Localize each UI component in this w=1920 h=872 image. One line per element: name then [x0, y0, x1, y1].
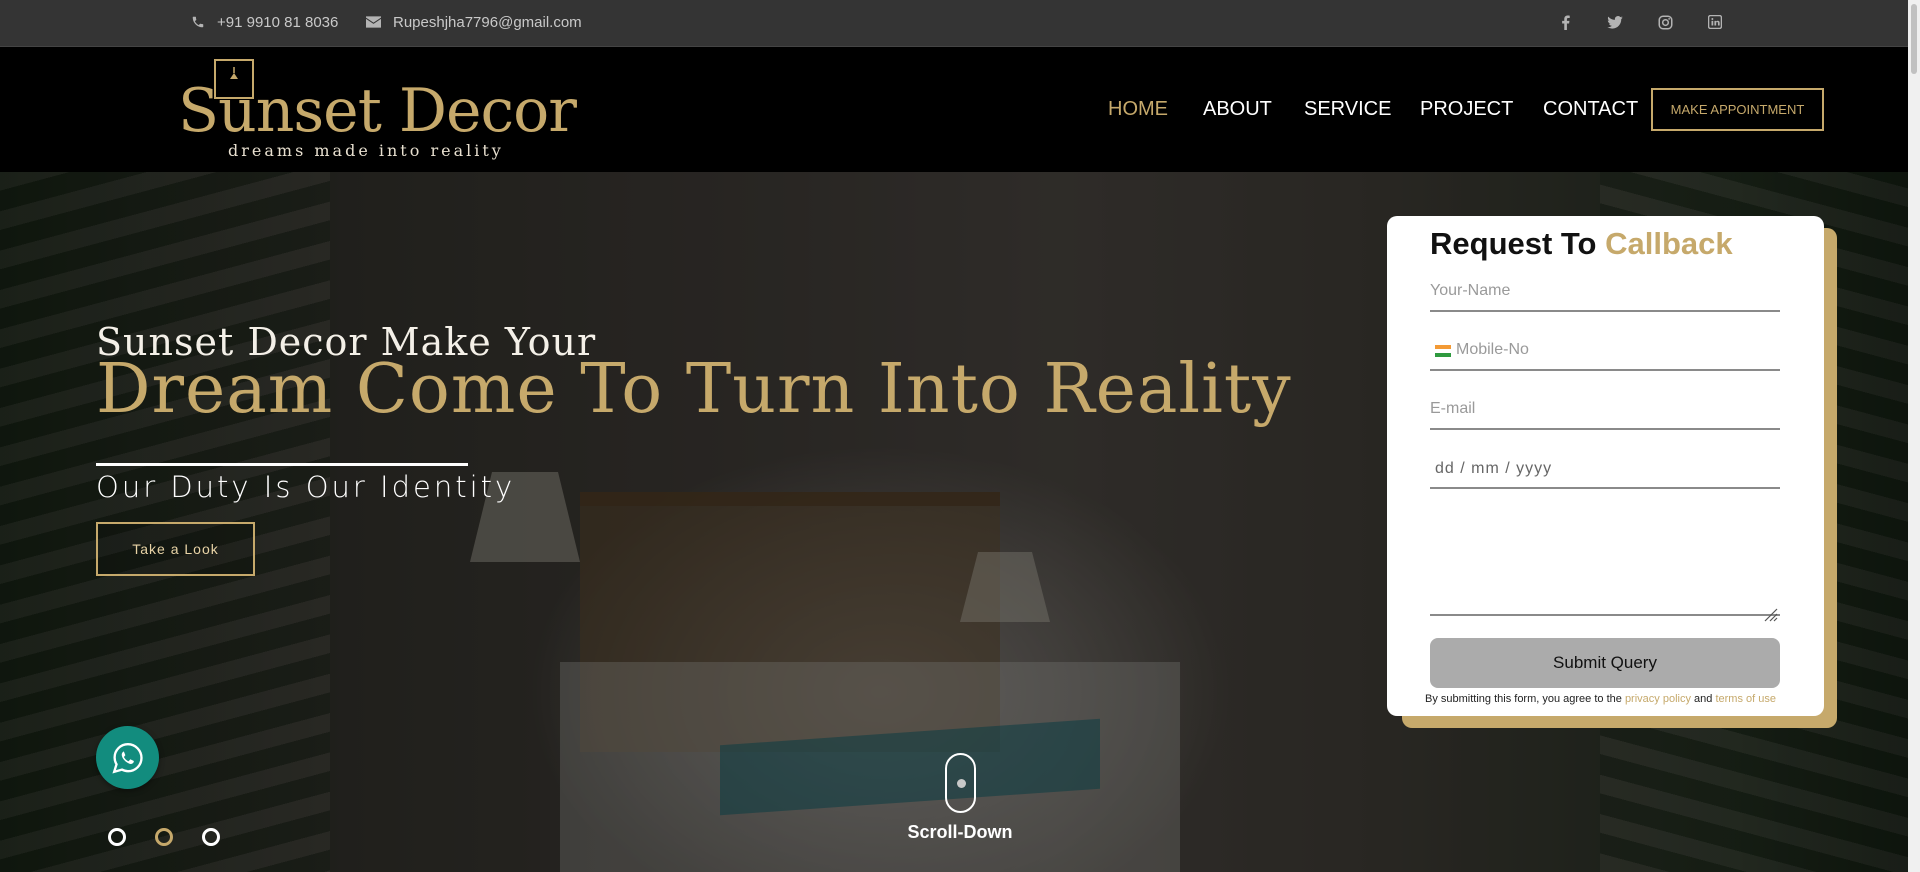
main-header: Sunset Decor dreams made into reality HO… — [0, 47, 1920, 172]
hero-tagline: Our Duty Is Our Identity — [96, 470, 516, 504]
callback-form: Request To Callback dd / mm / yyyy Submi… — [1387, 216, 1824, 716]
take-a-look-button[interactable]: Take a Look — [96, 522, 255, 576]
logo[interactable]: Sunset Decor dreams made into reality — [178, 59, 577, 163]
hero-title: Dream Come To Turn Into Reality — [96, 350, 1292, 429]
facebook-icon[interactable] — [1555, 12, 1575, 32]
name-input[interactable] — [1430, 272, 1780, 312]
make-appointment-button[interactable]: MAKE APPOINTMENT — [1651, 88, 1824, 131]
form-title: Request To Callback — [1430, 226, 1733, 262]
scroll-down-icon[interactable] — [945, 753, 976, 813]
date-placeholder: dd / mm / yyyy — [1435, 460, 1553, 477]
form-terms: By submitting this form, you agree to th… — [1425, 693, 1795, 705]
resize-handle-icon[interactable] — [1762, 606, 1778, 622]
whatsapp-button[interactable] — [96, 726, 159, 789]
slider-dot-1[interactable] — [108, 828, 126, 846]
nav-project[interactable]: PROJECT — [1420, 47, 1513, 172]
privacy-policy-link[interactable]: privacy policy — [1625, 693, 1691, 705]
mobile-input[interactable] — [1430, 331, 1780, 371]
page-scrollbar[interactable] — [1908, 0, 1920, 872]
nav-service[interactable]: SERVICE — [1304, 47, 1391, 172]
email-address: Rupeshjha7796@gmail.com — [393, 13, 582, 31]
twitter-icon[interactable] — [1605, 12, 1625, 32]
phone-number: +91 9910 81 8036 — [217, 13, 339, 31]
email-contact[interactable]: Rupeshjha7796@gmail.com — [366, 0, 582, 44]
submit-query-button[interactable]: Submit Query — [1430, 638, 1780, 688]
terms-of-use-link[interactable]: terms of use — [1715, 693, 1776, 705]
scrollbar-thumb[interactable] — [1911, 4, 1917, 74]
terms-prefix: By submitting this form, you agree to th… — [1425, 693, 1622, 705]
phone-contact[interactable]: +91 9910 81 8036 — [191, 0, 338, 44]
nav-about[interactable]: ABOUT — [1203, 47, 1272, 172]
form-title-accent: Callback — [1605, 226, 1733, 261]
logo-name: Sunset Decor — [178, 76, 577, 146]
instagram-icon[interactable] — [1655, 12, 1675, 32]
nav-home[interactable]: HOME — [1108, 47, 1168, 172]
whatsapp-icon — [111, 742, 143, 774]
slider-dot-2[interactable] — [155, 828, 173, 846]
logo-tagline: dreams made into reality — [228, 141, 504, 160]
hero-divider — [96, 463, 468, 466]
form-title-plain: Request To — [1430, 226, 1597, 261]
email-input[interactable] — [1430, 390, 1780, 430]
scroll-down-label[interactable]: Scroll-Down — [880, 822, 1040, 843]
phone-icon — [192, 16, 204, 28]
scroll-wheel — [957, 779, 966, 788]
slider-dot-3[interactable] — [202, 828, 220, 846]
linkedin-icon[interactable] — [1705, 12, 1725, 32]
nav-contact[interactable]: CONTACT — [1543, 47, 1638, 172]
envelope-icon — [366, 16, 381, 28]
message-textarea[interactable] — [1430, 504, 1780, 616]
top-contact-bar: +91 9910 81 8036 Rupeshjha7796@gmail.com — [0, 0, 1920, 47]
terms-and: and — [1694, 693, 1713, 705]
